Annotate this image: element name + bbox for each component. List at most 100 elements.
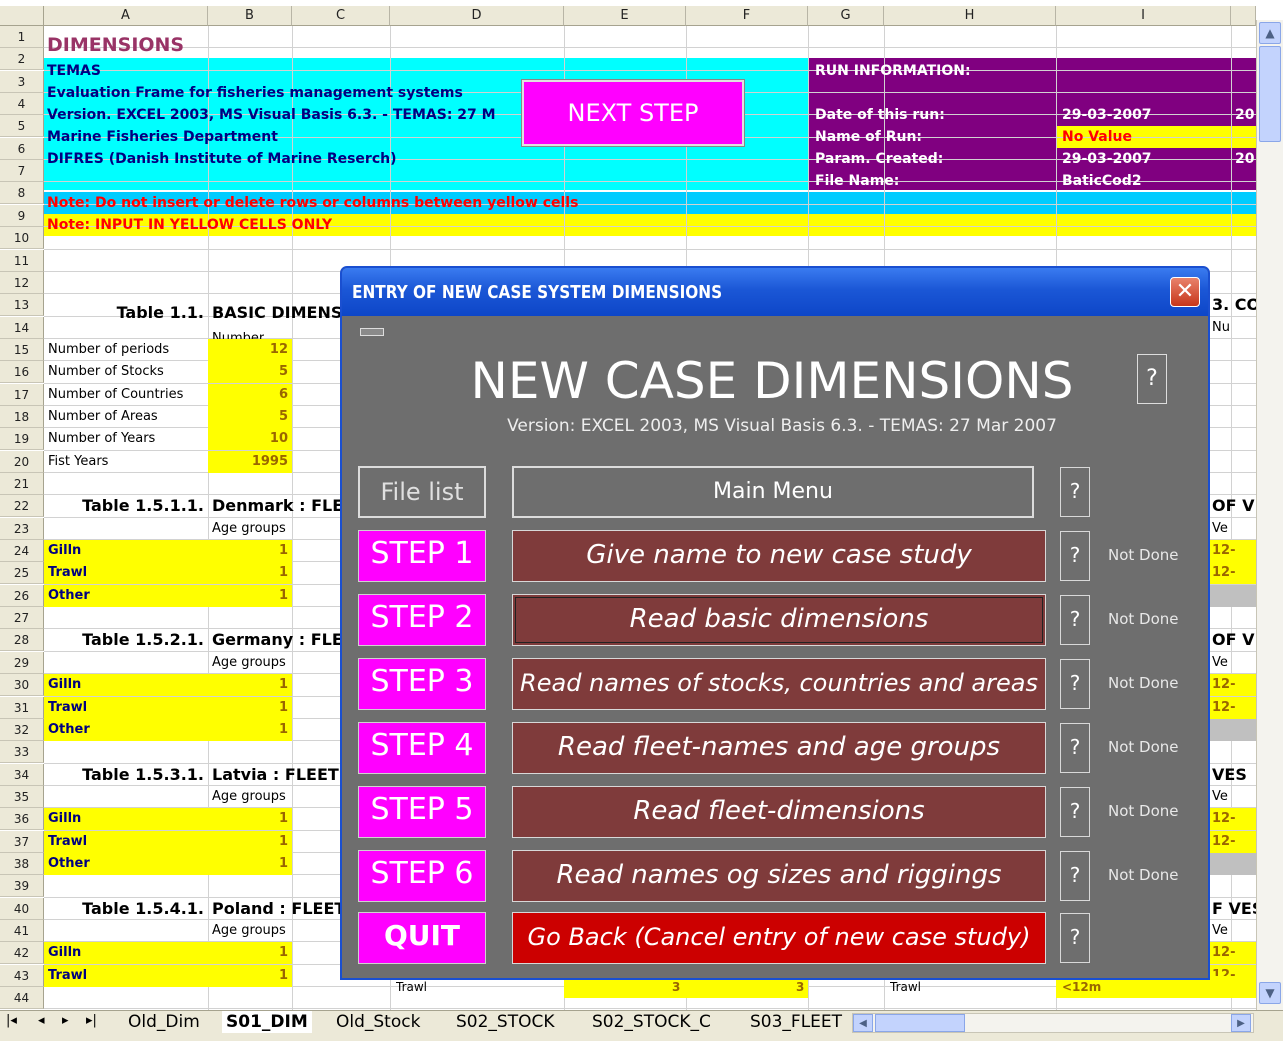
hscroll-thumb[interactable]	[875, 1014, 965, 1032]
fleet-name-cell[interactable]: Trawl	[48, 831, 87, 853]
scroll-thumb[interactable]	[1259, 46, 1281, 142]
row-header-18[interactable]: 18	[0, 406, 44, 428]
fleet-value-cell[interactable]: 1	[208, 965, 288, 987]
row-header-25[interactable]: 25	[0, 562, 44, 584]
basic-row-value[interactable]: 5	[208, 406, 288, 428]
row-header-31[interactable]: 31	[0, 697, 44, 719]
row-header-36[interactable]: 36	[0, 808, 44, 830]
row-header-21[interactable]: 21	[0, 473, 44, 495]
tab-nav-first[interactable]: |◂	[6, 1013, 17, 1028]
tab-s01_dim[interactable]: S01_DIM	[222, 1011, 312, 1033]
fleet-name-cell[interactable]: Trawl	[48, 965, 87, 987]
fleet-name-cell[interactable]: Other	[48, 585, 90, 607]
select-all-corner[interactable]	[0, 6, 44, 26]
fleet-name-cell[interactable]: Other	[48, 853, 90, 875]
step-2-button[interactable]: STEP 2	[358, 594, 486, 646]
step-1-button[interactable]: STEP 1	[358, 530, 486, 582]
step-3-button[interactable]: STEP 3	[358, 658, 486, 710]
row-header-4[interactable]: 4	[0, 93, 44, 115]
row-header-8[interactable]: 8	[0, 182, 44, 204]
column-header-h[interactable]: H	[884, 6, 1056, 26]
row-header-44[interactable]: 44	[0, 987, 44, 1009]
fleet-name-cell[interactable]: Trawl	[48, 562, 87, 584]
row-header-19[interactable]: 19	[0, 428, 44, 450]
hscroll-right-button[interactable]: ▶	[1231, 1014, 1251, 1032]
horizontal-scrollbar[interactable]: ◀ ▶	[852, 1013, 1254, 1033]
fleet-name-cell[interactable]: Trawl	[48, 697, 87, 719]
row-header-28[interactable]: 28	[0, 629, 44, 651]
row-header-12[interactable]: 12	[0, 272, 44, 294]
step-6-help-button[interactable]: ?	[1060, 851, 1090, 901]
row-header-39[interactable]: 39	[0, 875, 44, 897]
row-header-2[interactable]: 2	[0, 48, 44, 70]
tab-s03_fleet[interactable]: S03_FLEET	[750, 1011, 842, 1033]
basic-row-value[interactable]: 12	[208, 339, 288, 361]
step-4-help-button[interactable]: ?	[1060, 723, 1090, 773]
row-header-43[interactable]: 43	[0, 965, 44, 987]
row-header-41[interactable]: 41	[0, 920, 44, 942]
row-header-7[interactable]: 7	[0, 160, 44, 182]
step-5-help-button[interactable]: ?	[1060, 787, 1090, 837]
column-header-a[interactable]: A	[44, 6, 208, 26]
row-header-9[interactable]: 9	[0, 205, 44, 227]
step-1-action-button[interactable]: Give name to new case study	[512, 530, 1046, 582]
fleet-name-cell[interactable]: Gilln	[48, 674, 81, 696]
close-button[interactable]: ✕	[1170, 277, 1200, 307]
basic-row-value[interactable]: 10	[208, 428, 288, 450]
heading-help-button[interactable]: ?	[1137, 354, 1167, 404]
cancel-button[interactable]: Go Back (Cancel entry of new case study)	[512, 912, 1046, 964]
fleet-name-cell[interactable]: Gilln	[48, 540, 81, 562]
vertical-scrollbar[interactable]: ▲ ▼	[1256, 20, 1283, 1010]
fleet-value-cell[interactable]: 1	[208, 719, 288, 741]
step-4-action-button[interactable]: Read fleet-names and age groups	[512, 722, 1046, 774]
file-list-button[interactable]: File list	[358, 466, 486, 518]
step-6-button[interactable]: STEP 6	[358, 850, 486, 902]
column-header-c[interactable]: C	[292, 6, 390, 26]
column-header-g[interactable]: G	[808, 6, 884, 26]
column-header-d[interactable]: D	[390, 6, 564, 26]
row-header-13[interactable]: 13	[0, 294, 44, 316]
column-header-j[interactable]	[1231, 6, 1256, 26]
fleet-value-cell[interactable]: 1	[208, 942, 288, 964]
fleet-name-cell[interactable]: Gilln	[48, 942, 81, 964]
row-header-40[interactable]: 40	[0, 898, 44, 920]
row-header-16[interactable]: 16	[0, 361, 44, 383]
tab-s02_stock_c[interactable]: S02_STOCK_C	[592, 1011, 711, 1033]
step-3-action-button[interactable]: Read names of stocks, countries and area…	[512, 658, 1046, 710]
cancel-help-button[interactable]: ?	[1060, 913, 1090, 963]
scroll-up-button[interactable]: ▲	[1259, 22, 1281, 44]
row-header-30[interactable]: 30	[0, 674, 44, 696]
row-header-3[interactable]: 3	[0, 71, 44, 93]
step-4-button[interactable]: STEP 4	[358, 722, 486, 774]
fleet-value-cell[interactable]: 1	[208, 540, 288, 562]
next-step-button[interactable]: NEXT STEP	[521, 79, 745, 147]
row-header-20[interactable]: 20	[0, 451, 44, 473]
basic-row-value[interactable]: 6	[208, 384, 288, 406]
step-2-help-button[interactable]: ?	[1060, 595, 1090, 645]
row-header-34[interactable]: 34	[0, 764, 44, 786]
row-header-11[interactable]: 11	[0, 250, 44, 272]
row-header-37[interactable]: 37	[0, 831, 44, 853]
column-header-b[interactable]: B	[208, 6, 292, 26]
row-header-5[interactable]: 5	[0, 115, 44, 137]
row-header-42[interactable]: 42	[0, 942, 44, 964]
tab-nav-next[interactable]: ▸	[62, 1013, 69, 1028]
fleet-name-cell[interactable]: Gilln	[48, 808, 81, 830]
scroll-down-button[interactable]: ▼	[1259, 982, 1281, 1004]
dialog-title-bar[interactable]: ENTRY OF NEW CASE SYSTEM DIMENSIONS ✕	[342, 268, 1208, 316]
fleet-value-cell[interactable]: 1	[208, 585, 288, 607]
row-header-22[interactable]: 22	[0, 495, 44, 517]
tab-nav-last[interactable]: ▸|	[86, 1013, 97, 1028]
fleet-value-cell[interactable]: 1	[208, 674, 288, 696]
row-header-32[interactable]: 32	[0, 719, 44, 741]
row-header-23[interactable]: 23	[0, 518, 44, 540]
row-header-6[interactable]: 6	[0, 138, 44, 160]
step-3-help-button[interactable]: ?	[1060, 659, 1090, 709]
tab-old_dim[interactable]: Old_Dim	[128, 1011, 200, 1033]
tab-old_stock[interactable]: Old_Stock	[336, 1011, 420, 1033]
column-header-e[interactable]: E	[564, 6, 686, 26]
tab-nav-prev[interactable]: ◂	[38, 1013, 45, 1028]
fleet-value-cell[interactable]: 1	[208, 853, 288, 875]
minimize-icon[interactable]	[360, 328, 384, 336]
row-header-10[interactable]: 10	[0, 227, 44, 249]
